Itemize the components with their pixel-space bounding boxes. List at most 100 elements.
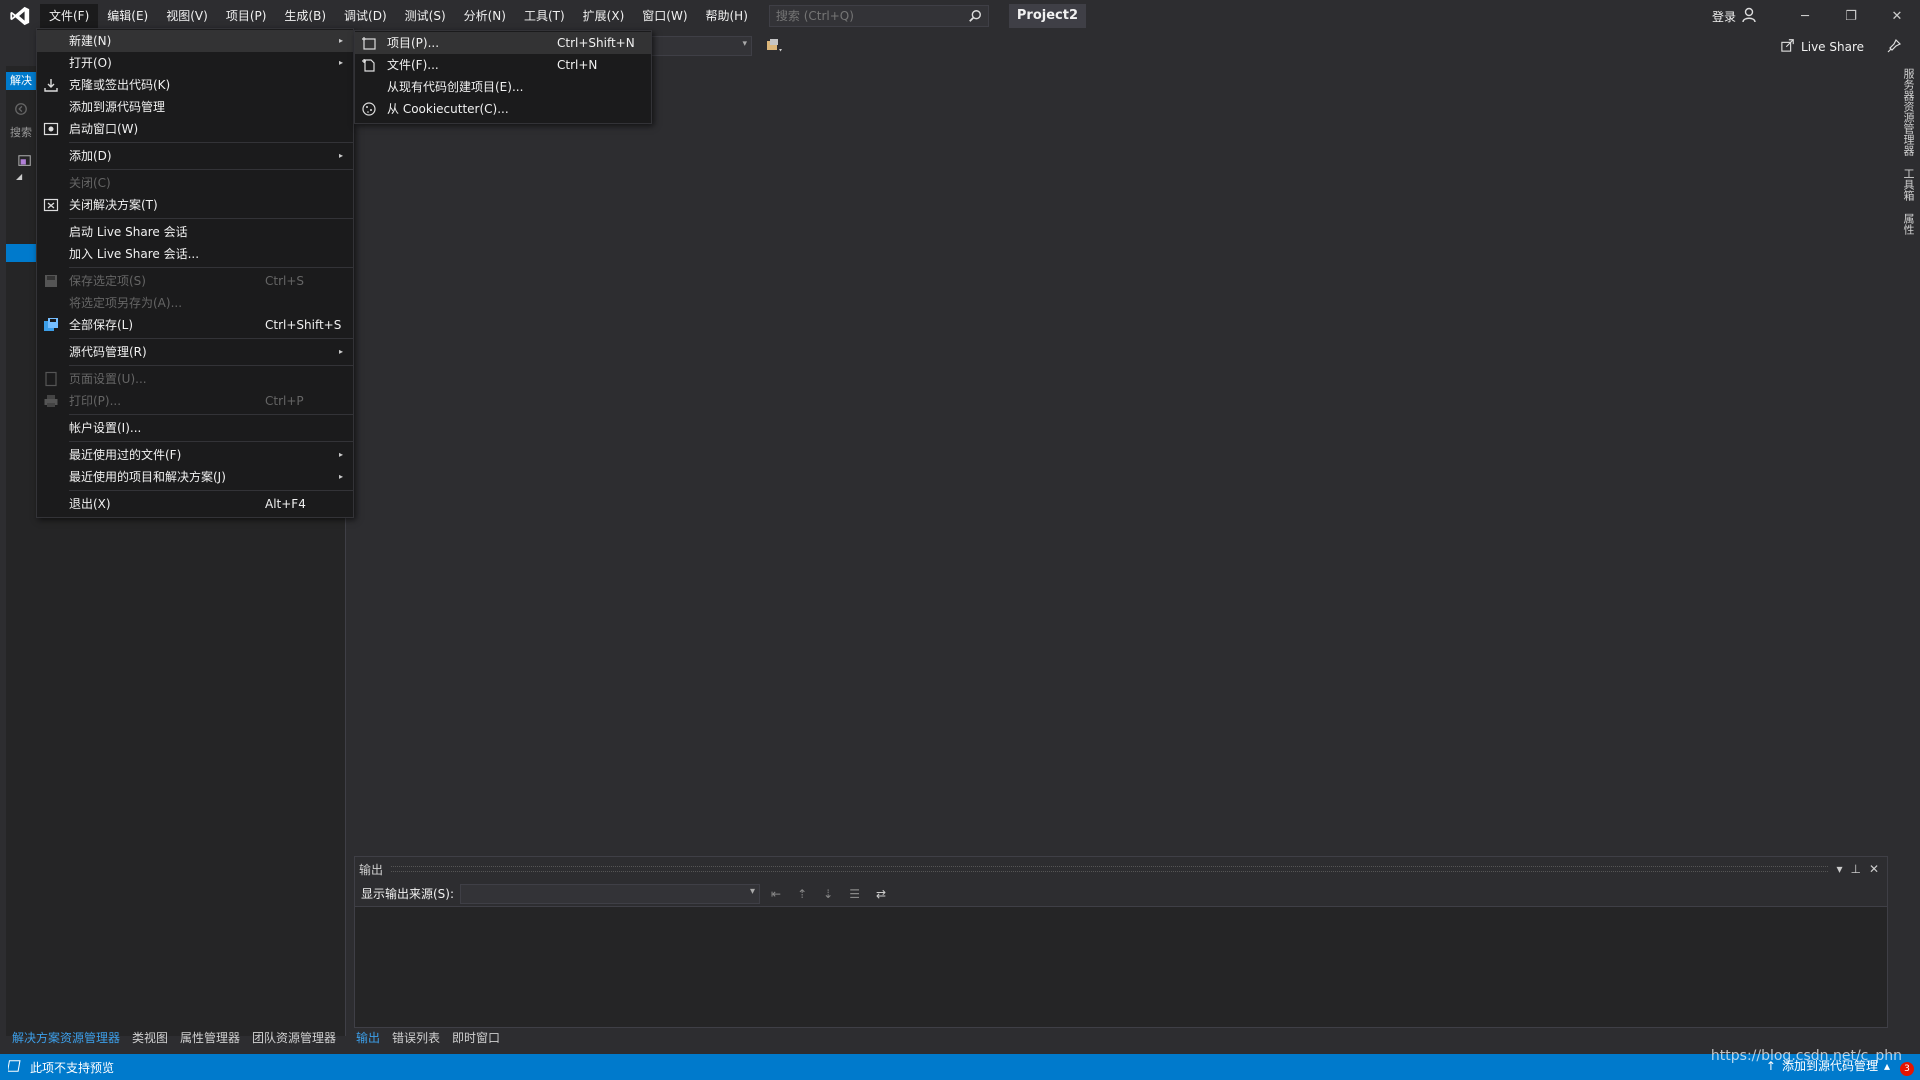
new-project-item[interactable]: 项目(P)... Ctrl+Shift+N bbox=[355, 32, 651, 54]
file-menu-add[interactable]: 添加(D) ▸ bbox=[37, 145, 353, 167]
tab-team-explorer[interactable]: 团队资源管理器 bbox=[252, 1028, 336, 1048]
exit-shortcut: Alt+F4 bbox=[265, 497, 306, 511]
minimize-button[interactable]: ─ bbox=[1782, 0, 1828, 32]
toolbar-tool-icon[interactable] bbox=[766, 38, 784, 57]
account-icon[interactable] bbox=[1742, 7, 1758, 26]
file-menu-save-all-label: 全部保存(L) bbox=[69, 318, 134, 332]
new-submenu: 项目(P)... Ctrl+Shift+N 文件(F)... Ctrl+N 从现… bbox=[354, 30, 652, 124]
output-window-controls: ▾ ⊥ ✕ bbox=[1836, 862, 1879, 876]
file-menu-exit[interactable]: 退出(X) Alt+F4 bbox=[37, 493, 353, 515]
file-menu-close: 关闭(C) bbox=[37, 172, 353, 194]
menu-help[interactable]: 帮助(H) bbox=[697, 4, 757, 28]
file-menu-start-live-share[interactable]: 启动 Live Share 会话 bbox=[37, 221, 353, 243]
goto-line-icon[interactable]: ⇤ bbox=[766, 887, 786, 901]
clear-all-icon[interactable]: ☰ bbox=[844, 887, 865, 901]
file-menu-new-label: 新建(N) bbox=[69, 34, 112, 48]
tab-properties[interactable]: 属性 bbox=[1898, 207, 1918, 241]
output-source-select[interactable] bbox=[460, 883, 761, 904]
quick-search bbox=[768, 5, 989, 27]
file-menu-save-all[interactable]: 全部保存(L) Ctrl+Shift+S bbox=[37, 314, 353, 336]
tab-error-list[interactable]: 错误列表 bbox=[392, 1028, 440, 1048]
menu-separator bbox=[69, 218, 353, 219]
pin-icon[interactable]: ⊥ bbox=[1850, 862, 1860, 876]
tab-toolbox[interactable]: 工具箱 bbox=[1898, 162, 1918, 207]
menu-separator bbox=[69, 365, 353, 366]
file-menu-close-solution-label: 关闭解决方案(T) bbox=[69, 198, 158, 212]
file-menu-close-label: 关闭(C) bbox=[69, 176, 111, 190]
file-menu-account-settings[interactable]: 帐户设置(I)... bbox=[37, 417, 353, 439]
save-all-icon bbox=[43, 317, 59, 333]
menu-file[interactable]: 文件(F) bbox=[40, 4, 99, 28]
file-menu-open[interactable]: 打开(O) ▸ bbox=[37, 52, 353, 74]
next-message-icon[interactable]: ⇣ bbox=[818, 887, 838, 901]
file-menu-join-live-share[interactable]: 加入 Live Share 会话... bbox=[37, 243, 353, 265]
new-from-existing-code-item[interactable]: 从现有代码创建项目(E)... bbox=[355, 76, 651, 98]
menu-view[interactable]: 视图(V) bbox=[157, 4, 217, 28]
signin-button[interactable]: 登录 bbox=[1712, 8, 1736, 25]
solution-search-input[interactable]: 搜索 bbox=[6, 124, 36, 142]
live-share-button[interactable]: Live Share bbox=[1781, 38, 1864, 55]
close-button[interactable]: ✕ bbox=[1874, 0, 1920, 32]
toolbar-combo[interactable]: ▾ bbox=[636, 36, 752, 56]
tab-class-view[interactable]: 类视图 bbox=[132, 1028, 168, 1048]
menu-debug[interactable]: 调试(D) bbox=[335, 4, 396, 28]
file-menu-add-to-source-control[interactable]: 添加到源代码管理 bbox=[37, 96, 353, 118]
menu-separator bbox=[69, 142, 353, 143]
file-menu-clone[interactable]: 克隆或签出代码(K) bbox=[37, 74, 353, 96]
close-icon[interactable]: ✕ bbox=[1869, 862, 1879, 876]
left-bottom-tabs: 解决方案资源管理器 类视图 属性管理器 团队资源管理器 bbox=[6, 1028, 336, 1048]
file-menu-start-live-share-label: 启动 Live Share 会话 bbox=[69, 225, 188, 239]
menu-tools[interactable]: 工具(T) bbox=[515, 4, 574, 28]
dropdown-icon[interactable]: ▾ bbox=[1836, 862, 1842, 876]
file-menu-save-as-label: 将选定项另存为(A)... bbox=[69, 296, 183, 310]
file-menu-close-solution[interactable]: 关闭解决方案(T) bbox=[37, 194, 353, 216]
file-menu-recent-projects[interactable]: 最近使用的项目和解决方案(J) ▸ bbox=[37, 466, 353, 488]
file-menu-dropdown: 新建(N) ▸ 打开(O) ▸ 克隆或签出代码(K) 添加到源代码管理 启动窗口… bbox=[36, 28, 354, 518]
save-icon bbox=[43, 273, 59, 289]
search-input[interactable] bbox=[775, 9, 956, 23]
tab-property-manager[interactable]: 属性管理器 bbox=[180, 1028, 240, 1048]
solution-icon bbox=[18, 154, 32, 171]
tab-immediate-window[interactable]: 即时窗口 bbox=[452, 1028, 500, 1048]
print-shortcut: Ctrl+P bbox=[265, 394, 304, 408]
new-from-cookiecutter-item[interactable]: 从 Cookiecutter(C)... bbox=[355, 98, 651, 120]
menu-extensions[interactable]: 扩展(X) bbox=[574, 4, 634, 28]
selected-tree-item[interactable] bbox=[6, 244, 36, 262]
new-project-label: 项目(P)... bbox=[387, 36, 440, 50]
expand-triangle-icon[interactable]: ◢ bbox=[16, 172, 22, 181]
back-icon[interactable] bbox=[14, 102, 28, 119]
feedback-icon[interactable] bbox=[1886, 38, 1902, 57]
menu-separator bbox=[69, 441, 353, 442]
menu-build[interactable]: 生成(B) bbox=[275, 4, 335, 28]
menu-separator bbox=[69, 267, 353, 268]
new-file-item[interactable]: 文件(F)... Ctrl+N bbox=[355, 54, 651, 76]
print-icon bbox=[43, 393, 59, 409]
restore-button[interactable]: ❐ bbox=[1828, 0, 1874, 32]
word-wrap-icon[interactable]: ⇄ bbox=[871, 887, 891, 901]
menu-project[interactable]: 项目(P) bbox=[217, 4, 276, 28]
file-menu-add-source-label: 添加到源代码管理 bbox=[69, 100, 166, 114]
tab-solution-explorer[interactable]: 解决方案资源管理器 bbox=[12, 1028, 120, 1048]
status-bar: 此项不支持预览 ↑ 添加到源代码管理 ▴ bbox=[0, 1054, 1920, 1080]
solution-explorer-tab[interactable]: 解决 bbox=[6, 72, 36, 90]
submenu-arrow-icon: ▸ bbox=[338, 58, 343, 67]
previous-message-icon[interactable]: ⇡ bbox=[792, 887, 812, 901]
file-menu-recent-files[interactable]: 最近使用过的文件(F) ▸ bbox=[37, 444, 353, 466]
output-header: 输出 ▾ ⊥ ✕ bbox=[355, 857, 1887, 881]
notification-badge[interactable]: 3 bbox=[1900, 1062, 1914, 1076]
file-menu-print: 打印(P)... Ctrl+P bbox=[37, 390, 353, 412]
file-menu-start-window[interactable]: 启动窗口(W) bbox=[37, 118, 353, 140]
menu-test[interactable]: 测试(S) bbox=[396, 4, 455, 28]
tab-output[interactable]: 输出 bbox=[356, 1028, 380, 1048]
tab-server-explorer[interactable]: 服务器资源管理器 bbox=[1898, 62, 1918, 162]
menu-window[interactable]: 窗口(W) bbox=[633, 4, 696, 28]
file-menu-source-control[interactable]: 源代码管理(R) ▸ bbox=[37, 341, 353, 363]
menu-edit[interactable]: 编辑(E) bbox=[98, 4, 157, 28]
file-menu-source-control-label: 源代码管理(R) bbox=[69, 345, 147, 359]
search-icon[interactable] bbox=[968, 9, 982, 26]
menu-analyze[interactable]: 分析(N) bbox=[455, 4, 515, 28]
save-shortcut: Ctrl+S bbox=[265, 274, 305, 288]
submenu-arrow-icon: ▸ bbox=[338, 347, 343, 356]
submenu-arrow-icon: ▸ bbox=[338, 472, 343, 481]
file-menu-new[interactable]: 新建(N) ▸ bbox=[37, 30, 353, 52]
